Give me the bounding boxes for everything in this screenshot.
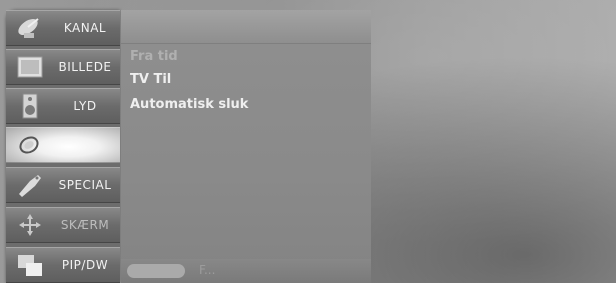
menu-item-label: KANAL xyxy=(63,21,107,35)
option-automatisk-sluk[interactable]: Automatisk sluk xyxy=(130,97,248,112)
menu-item-label: SKÆRM xyxy=(60,218,110,232)
satellite-dish-icon xyxy=(16,15,44,41)
move-arrows-icon xyxy=(16,212,44,238)
pip-windows-icon xyxy=(16,252,44,278)
footer-hint: F... xyxy=(199,263,216,277)
menu-item-label: LYD xyxy=(73,99,97,113)
menu-item-special[interactable]: SPECIAL xyxy=(6,167,120,203)
menu-item-lyd[interactable]: LYD xyxy=(6,88,120,124)
panel-footer: F... xyxy=(121,259,371,283)
panel-header-bar xyxy=(121,10,371,44)
menu-item-label xyxy=(50,127,120,163)
option-tv-til[interactable]: TV Til xyxy=(130,72,171,87)
option-fra-tid[interactable]: Fra tid xyxy=(130,49,178,64)
menu-item-skaerm[interactable]: SKÆRM xyxy=(6,207,120,243)
menu-item-label: BILLEDE xyxy=(58,60,112,74)
menu-item-label: SPECIAL xyxy=(58,178,112,192)
tag-icon xyxy=(16,172,44,198)
menu-item-tid[interactable] xyxy=(6,127,120,163)
tv-osd-screen: KANAL BILLEDE LYD SPECIAL SKÆRM PIP/DW F… xyxy=(0,0,616,283)
picture-icon xyxy=(16,54,44,80)
footer-button[interactable] xyxy=(127,264,185,278)
menu-item-billede[interactable]: BILLEDE xyxy=(6,49,120,85)
menu-item-kanal[interactable]: KANAL xyxy=(6,10,120,46)
speaker-icon xyxy=(16,93,44,119)
clock-icon xyxy=(16,132,44,158)
main-menu: KANAL BILLEDE LYD SPECIAL SKÆRM PIP/DW xyxy=(6,10,120,283)
time-submenu-panel: Fra tid TV Til Automatisk sluk F... xyxy=(121,10,371,283)
menu-item-pip-dw[interactable]: PIP/DW xyxy=(6,247,120,283)
menu-item-label: PIP/DW xyxy=(61,258,109,272)
